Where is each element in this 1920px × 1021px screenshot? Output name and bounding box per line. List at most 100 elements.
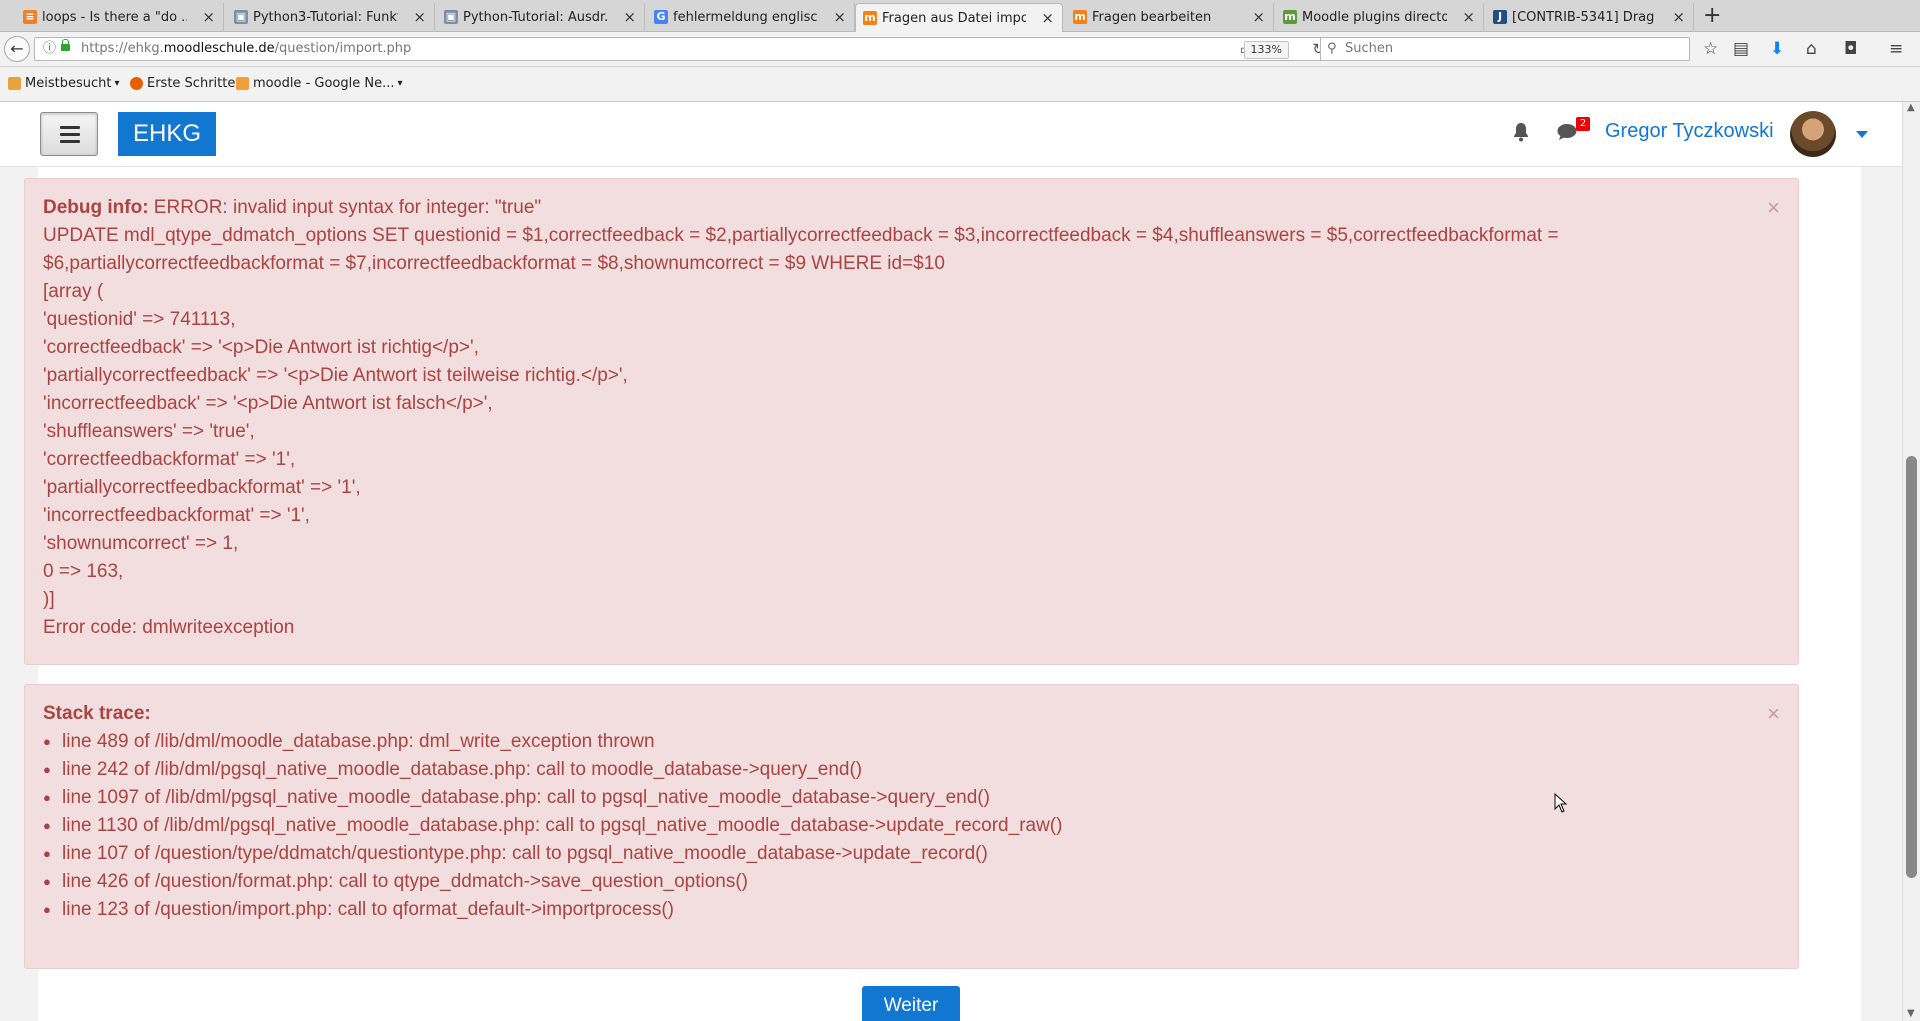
bookmark-star-icon[interactable]: ☆ <box>1703 38 1718 60</box>
messages-icon[interactable] <box>1556 122 1578 142</box>
tab-favicon-icon: m <box>863 11 877 25</box>
zoom-level[interactable]: 133% <box>1243 41 1289 59</box>
bookmark-moodle-google-news[interactable]: moodle - Google Ne... ▾ <box>236 76 403 91</box>
user-name[interactable]: Gregor Tyczkowski <box>1605 120 1774 143</box>
browser-tab[interactable]: J [CONTRIB-5341] Drag a... × <box>1486 3 1694 32</box>
bell-icon[interactable] <box>1512 122 1530 142</box>
user-menu-caret-icon[interactable] <box>1856 131 1868 138</box>
tab-favicon-icon: m <box>1073 10 1087 24</box>
debug-line: 'correctfeedbackformat' => '1', <box>43 449 296 470</box>
avatar[interactable] <box>1790 111 1836 157</box>
stack-trace-title: Stack trace: <box>43 703 151 724</box>
debug-line: 'incorrectfeedbackformat' => '1', <box>43 505 310 526</box>
url-text[interactable]: https://ehkg.moodleschule.de/question/im… <box>81 38 411 60</box>
tab-favicon-icon: ▣ <box>444 10 458 24</box>
scroll-up-icon[interactable]: ▲ <box>1907 102 1915 113</box>
stack-trace-item: line 1097 of /lib/dml/pgsql_native_moodl… <box>43 784 1780 812</box>
stack-trace-alert: × Stack trace: line 489 of /lib/dml/mood… <box>24 684 1799 969</box>
scrollbar-thumb[interactable] <box>1906 456 1917 878</box>
debug-line: 'shownumcorrect' => 1, <box>43 533 239 554</box>
info-icon[interactable]: ⓘ <box>43 38 56 60</box>
debug-line: 0 => 163, <box>43 561 124 582</box>
debug-error-line: Debug info: ERROR: invalid input syntax … <box>43 197 542 218</box>
browser-tab-bar: ≡ loops - Is there a "do ... w × ▣ Python3-T… <box>0 0 1920 32</box>
tab-close-icon[interactable]: × <box>1041 9 1054 27</box>
stack-trace-item: line 489 of /lib/dml/moodle_database.php… <box>43 728 1780 756</box>
tab-close-icon[interactable]: × <box>1462 8 1475 26</box>
tab-close-icon[interactable]: × <box>1252 8 1265 26</box>
home-icon[interactable]: ⌂ <box>1806 38 1817 60</box>
debug-info-alert: × Debug info: ERROR: invalid input synta… <box>24 178 1799 665</box>
tab-label: Python-Tutorial: Ausdr... <box>463 10 608 25</box>
mouse-cursor-icon <box>1554 793 1568 813</box>
browser-tab[interactable]: m Fragen bearbeiten × <box>1066 3 1274 32</box>
menu-icon[interactable]: ≡ <box>1889 38 1903 60</box>
folder-icon <box>8 77 21 90</box>
tab-close-icon[interactable]: × <box>1672 8 1685 26</box>
tab-label: Python3-Tutorial: Funkti <box>253 10 398 25</box>
bookmarks-bar: Meistbesucht ▾ Erste Schritte moodle - G… <box>0 67 1920 102</box>
tab-label: fehlermeldung englisch... <box>673 10 818 25</box>
tab-close-icon[interactable]: × <box>623 8 636 26</box>
site-header: EHKG 2 Gregor Tyczkowski <box>0 102 1902 167</box>
back-button[interactable]: ← <box>4 36 30 62</box>
debug-line: 'incorrectfeedback' => '<p>Die Antwort i… <box>43 393 493 414</box>
debug-line: 'shuffleanswers' => 'true', <box>43 421 255 442</box>
close-icon[interactable]: × <box>1767 703 1780 725</box>
debug-line: UPDATE mdl_qtype_ddmatch_options SET que… <box>43 225 1559 246</box>
stack-trace-list: line 489 of /lib/dml/moodle_database.php… <box>43 728 1780 924</box>
firefox-icon <box>130 77 143 90</box>
debug-line: )] <box>43 589 55 610</box>
reading-list-icon[interactable]: ▤ <box>1733 38 1749 60</box>
stack-trace-item: line 123 of /question/import.php: call t… <box>43 896 1780 924</box>
tab-favicon-icon: m <box>1283 10 1297 24</box>
pocket-icon[interactable]: ◘ <box>1844 38 1857 60</box>
stack-trace-item: line 1130 of /lib/dml/pgsql_native_moodl… <box>43 812 1780 840</box>
tab-label: Fragen bearbeiten <box>1092 10 1212 25</box>
new-tab-button[interactable]: + <box>1703 4 1721 28</box>
browser-tab[interactable]: ▣ Python3-Tutorial: Funkti × <box>227 3 435 32</box>
bookmark-erste-schritte[interactable]: Erste Schritte <box>130 76 235 91</box>
chevron-down-icon: ▾ <box>114 78 120 89</box>
browser-tab[interactable]: m Moodle plugins directo... × <box>1276 3 1484 32</box>
stack-trace-item: line 107 of /question/type/ddmatch/quest… <box>43 840 1780 868</box>
close-icon[interactable]: × <box>1767 197 1780 219</box>
rss-icon <box>236 77 249 90</box>
debug-details: UPDATE mdl_qtype_ddmatch_options SET que… <box>43 222 1780 642</box>
tab-favicon-icon: J <box>1493 10 1507 24</box>
browser-tab[interactable]: ▣ Python-Tutorial: Ausdr... × <box>437 3 645 32</box>
download-icon[interactable]: ⬇ <box>1770 38 1784 60</box>
tab-favicon-icon: ≡ <box>23 10 37 24</box>
search-icon: ⚲ <box>1327 41 1337 56</box>
drawer-toggle-button[interactable] <box>40 112 98 156</box>
search-input[interactable]: ⚲ Suchen <box>1320 37 1690 61</box>
scrollbar[interactable]: ▲ ▼ <box>1902 102 1920 1021</box>
browser-nav-bar: ← ⓘ https://ehkg.moodleschule.de/questio… <box>0 32 1920 67</box>
bookmark-meistbesucht[interactable]: Meistbesucht ▾ <box>8 76 119 91</box>
debug-line: 'partiallycorrectfeedback' => '<p>Die An… <box>43 365 628 386</box>
tab-close-icon[interactable]: × <box>202 8 215 26</box>
tab-close-icon[interactable]: × <box>413 8 426 26</box>
continue-button[interactable]: Weiter <box>862 986 960 1021</box>
tab-label: loops - Is there a "do ... w <box>42 10 187 25</box>
tab-close-icon[interactable]: × <box>833 8 846 26</box>
tab-favicon-icon: G <box>654 10 668 24</box>
lock-icon <box>61 39 70 51</box>
tab-label: Fragen aus Datei impor... <box>882 10 1026 26</box>
debug-line: 'questionid' => 741113, <box>43 309 236 330</box>
debug-line: 'correctfeedback' => '<p>Die Antwort ist… <box>43 337 479 358</box>
stack-trace-item: line 242 of /lib/dml/pgsql_native_moodle… <box>43 756 1780 784</box>
debug-line: $6,partiallycorrectfeedbackformat = $7,i… <box>43 253 945 274</box>
page-viewport: EHKG 2 Gregor Tyczkowski × Debug info: E… <box>0 102 1920 1021</box>
tab-label: Moodle plugins directo... <box>1302 10 1447 25</box>
scroll-down-icon[interactable]: ▼ <box>1907 1008 1915 1019</box>
tab-label: [CONTRIB-5341] Drag a... <box>1512 10 1657 25</box>
message-count-badge: 2 <box>1576 117 1590 131</box>
browser-tab[interactable]: ≡ loops - Is there a "do ... w × <box>16 3 224 32</box>
browser-tab[interactable]: Gfehlermeldung englisch... × <box>647 3 855 32</box>
url-bar[interactable]: ⓘ https://ehkg.moodleschule.de/question/… <box>34 37 1334 61</box>
chevron-down-icon: ▾ <box>397 78 403 89</box>
debug-line: [array ( <box>43 281 104 302</box>
browser-tab[interactable]: m Fragen aus Datei impor... × <box>855 3 1063 32</box>
site-brand-button[interactable]: EHKG <box>118 112 216 156</box>
